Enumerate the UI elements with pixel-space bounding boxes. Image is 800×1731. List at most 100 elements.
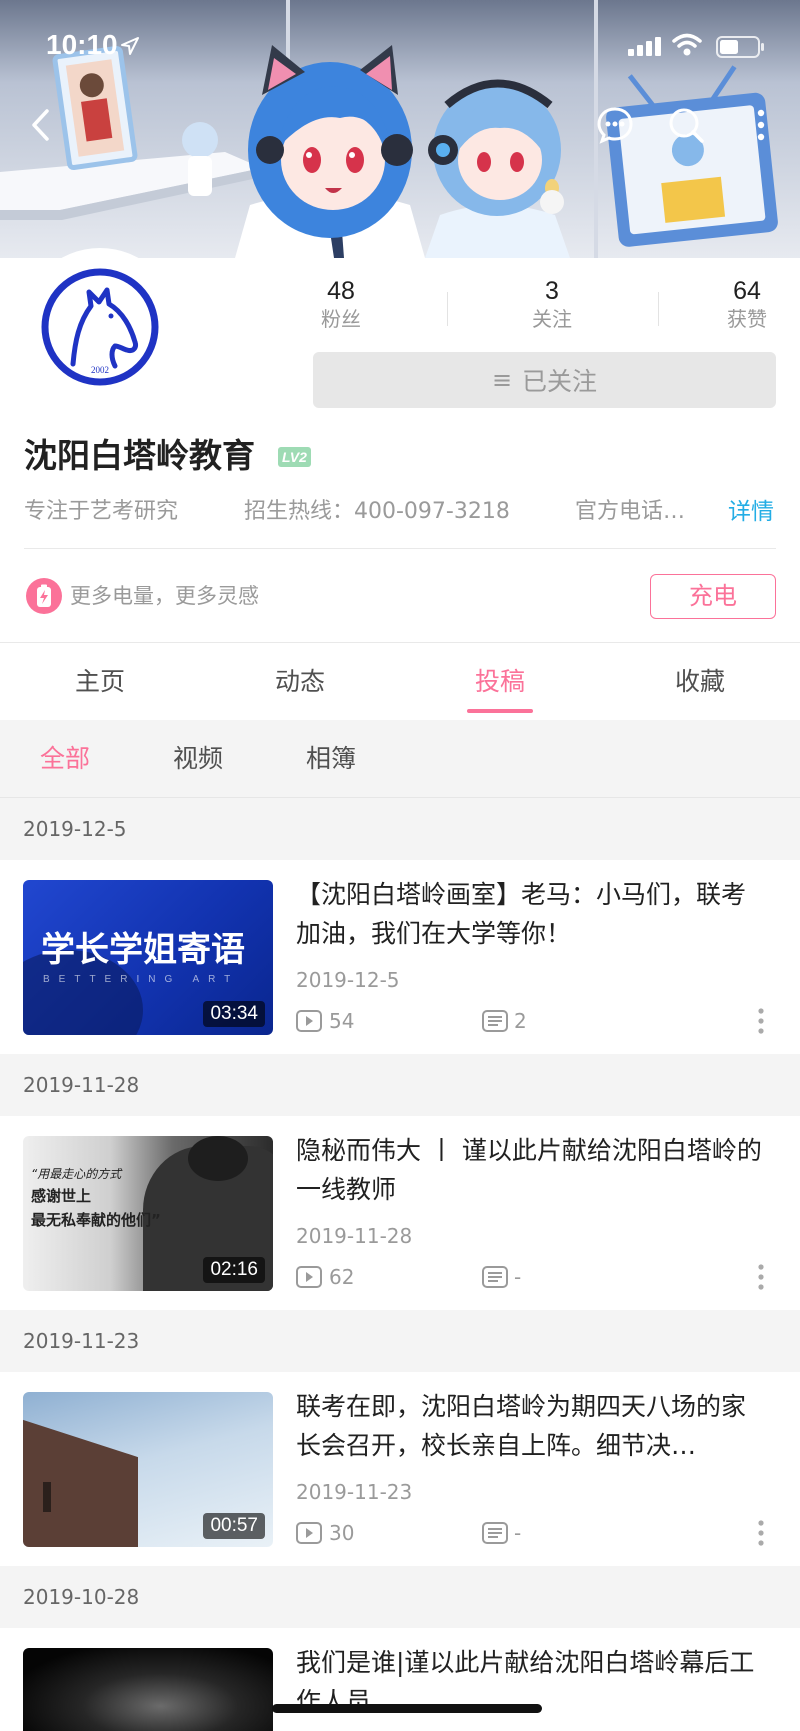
filter-all[interactable]: 全部 (40, 720, 90, 798)
thumbnail-shape (43, 1482, 51, 1512)
thumbnail-shape (188, 1136, 248, 1181)
duration-badge: 02:16 (203, 1257, 265, 1283)
bio-text: 招生热线：400-097-3218 (244, 499, 510, 524)
tab-dynamics[interactable]: 动态 (200, 643, 400, 720)
comment-count: - (514, 1265, 522, 1289)
date-header: 2019-10-28 (0, 1566, 800, 1628)
following-count: 3 (545, 277, 559, 305)
stat-divider (658, 292, 659, 326)
comment-icon (482, 1522, 508, 1544)
battery-icon (716, 36, 764, 58)
wifi-icon (672, 33, 702, 56)
tab-label: 主页 (74, 667, 125, 696)
date-header: 2019-11-23 (0, 1310, 800, 1372)
video-thumbnail[interactable]: “用最走心的方式 感谢世上 最无私奉献的他们” 02:16 (23, 1136, 273, 1291)
play-count: 54 (329, 1009, 355, 1033)
video-title[interactable]: 隐秘而伟大 丨 谨以此片献给沈阳白塔岭的一线教师 (296, 1131, 766, 1209)
play-count: 62 (329, 1265, 355, 1289)
avatar-year: 2002 (91, 365, 109, 375)
video-thumbnail[interactable]: 00:57 (23, 1392, 273, 1547)
tab-label: 动态 (274, 667, 325, 696)
profile-tabs: 主页 动态 投稿 收藏 (0, 642, 800, 720)
comment-icon (482, 1010, 508, 1032)
message-button[interactable] (593, 103, 637, 147)
tab-uploads[interactable]: 投稿 (400, 643, 600, 720)
details-link[interactable]: 详情 (728, 497, 774, 527)
stat-following[interactable]: 3 关注 (502, 276, 602, 332)
more-vertical-icon (758, 1520, 764, 1546)
publish-date: 2019-11-23 (296, 1480, 413, 1504)
filter-albums[interactable]: 相簿 (306, 720, 356, 798)
cellular-signal-icon (628, 37, 661, 56)
search-button[interactable] (664, 103, 708, 147)
more-options-button[interactable] (750, 1004, 772, 1038)
video-item[interactable]: 我们是谁|谨以此片献给沈阳白塔岭幕后工作人员 (0, 1628, 800, 1731)
tab-favorites[interactable]: 收藏 (600, 643, 800, 720)
video-item[interactable]: 学长学姐寄语 BETTERING ART 03:34 【沈阳白塔岭画室】老马：小… (0, 860, 800, 1054)
date-header: 2019-11-28 (0, 1054, 800, 1116)
more-vertical-icon (757, 109, 765, 141)
video-title[interactable]: 联考在即，沈阳白塔岭为期四天八场的家长会召开，校长亲自上阵。细节决… (296, 1387, 766, 1465)
play-count-icon (296, 1266, 322, 1288)
likes-label: 获赞 (727, 307, 767, 331)
horse-logo: 2002 (41, 268, 159, 386)
comment-count: 2 (514, 1009, 527, 1033)
comment-icon (482, 1266, 508, 1288)
back-icon (32, 109, 49, 141)
more-options-button[interactable] (750, 1260, 772, 1294)
video-thumbnail[interactable]: 学长学姐寄语 BETTERING ART 03:34 (23, 880, 273, 1035)
thumbnail-caption: 最无私奉献的他们” (31, 1211, 161, 1229)
filter-videos[interactable]: 视频 (173, 720, 223, 798)
play-count-icon (296, 1522, 322, 1544)
thumbnail-caption: “用最走心的方式 (31, 1167, 122, 1181)
play-count-icon (296, 1010, 322, 1032)
thumbnail-caption: 学长学姐寄语 (41, 930, 245, 970)
more-vertical-icon (758, 1264, 764, 1290)
publish-date: 2019-12-5 (296, 968, 400, 992)
stat-likes[interactable]: 64 获赞 (697, 276, 797, 332)
channel-name: 沈阳白塔岭教育 (24, 436, 255, 475)
bio-text: 专注于艺考研究 (24, 499, 179, 524)
avatar[interactable]: 2002 (21, 248, 179, 406)
back-button[interactable] (22, 104, 58, 146)
video-title[interactable]: 【沈阳白塔岭画室】老马：小马们，联考加油，我们在大学等你！ (296, 875, 766, 953)
date-header: 2019-12-5 (0, 798, 800, 860)
status-time: 10:10 (46, 29, 118, 60)
following-label: 关注 (532, 307, 572, 331)
battery-charge-icon (26, 578, 62, 614)
tab-indicator (467, 709, 533, 713)
followed-button[interactable]: ≡ 已关注 (313, 352, 776, 408)
stat-followers[interactable]: 48 粉丝 (291, 276, 391, 332)
charge-button[interactable]: 充电 (650, 574, 776, 619)
stat-divider (447, 292, 448, 326)
followers-label: 粉丝 (321, 307, 361, 331)
search-icon (669, 108, 704, 143)
tab-label: 收藏 (674, 667, 725, 696)
video-list: 2019-12-5 学长学姐寄语 BETTERING ART 03:34 【沈阳… (0, 798, 800, 1731)
comment-count: - (514, 1521, 522, 1545)
publish-date: 2019-11-28 (296, 1224, 413, 1248)
bio-text: 官方电话… (575, 499, 686, 524)
video-item[interactable]: 00:57 联考在即，沈阳白塔岭为期四天八场的家长会召开，校长亲自上阵。细节决…… (0, 1372, 800, 1566)
menu-lines-icon: ≡ (491, 366, 513, 394)
thumbnail-subcaption: BETTERING ART (43, 974, 240, 985)
likes-count: 64 (733, 277, 761, 305)
level-badge: LV2 (278, 447, 311, 467)
tab-label: 投稿 (474, 667, 525, 696)
play-count: 30 (329, 1521, 355, 1545)
tab-home[interactable]: 主页 (0, 643, 200, 720)
divider (24, 548, 776, 549)
more-button[interactable] (748, 104, 774, 146)
video-item[interactable]: “用最走心的方式 感谢世上 最无私奉献的他们” 02:16 隐秘而伟大 丨 谨以… (0, 1116, 800, 1310)
profile-banner: 10:10 (0, 0, 800, 258)
followed-label: 已关注 (522, 367, 598, 396)
duration-badge: 03:34 (203, 1001, 265, 1027)
video-thumbnail[interactable] (23, 1648, 273, 1731)
location-arrow-icon (121, 37, 139, 55)
upload-filter-tabs: 全部 视频 相簿 (0, 720, 800, 798)
more-vertical-icon (758, 1008, 764, 1034)
home-indicator[interactable] (272, 1704, 542, 1713)
followers-count: 48 (327, 277, 355, 305)
thumbnail-caption: 感谢世上 (31, 1187, 92, 1205)
more-options-button[interactable] (750, 1516, 772, 1550)
